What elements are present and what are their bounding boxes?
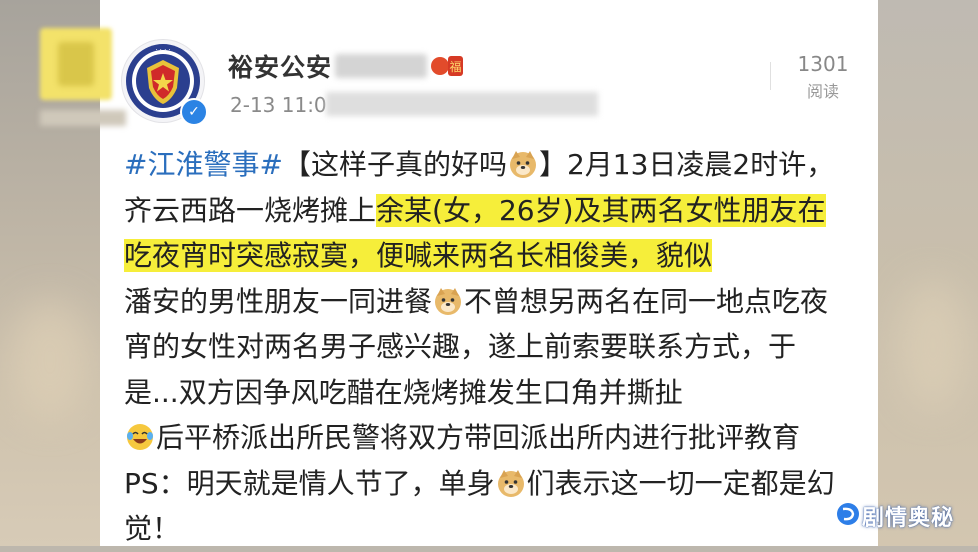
laugh-cry-emoji <box>127 424 153 450</box>
brand-watermark: 剧情奥秘 <box>862 506 955 531</box>
svg-text:福: 福 <box>449 59 461 74</box>
watermark-logo-inner <box>58 42 94 86</box>
read-count: 1301 <box>797 52 849 76</box>
author-name-redacted <box>335 54 427 78</box>
read-label: 阅读 <box>806 82 839 101</box>
verified-badge: ✓ <box>180 98 208 126</box>
post-timestamp: 2-13 11:0 <box>230 93 327 117</box>
topic-hashtag[interactable]: #江淮警事# <box>124 148 283 181</box>
post-body: #江淮警事#【这样子真的好吗 】2月13日凌晨2时许，齐云西路一烧烤摊上余某(女… <box>124 142 844 552</box>
doge-emoji <box>497 469 524 497</box>
fortune-medal-icon: 福 <box>431 56 463 76</box>
read-divider <box>770 62 771 90</box>
post-text-title: 【这样子真的好吗 <box>282 148 507 181</box>
doge-emoji <box>435 287 462 315</box>
right-background <box>878 0 978 546</box>
svg-text:· · · ·: · · · · <box>155 46 171 54</box>
post-text-part2: 潘安的男性朋友一同进餐 <box>124 284 433 318</box>
brand-logo-icon <box>837 503 859 525</box>
author-name[interactable]: 裕安公安 <box>228 48 332 84</box>
watermark-text <box>40 110 126 126</box>
timestamp-redacted <box>326 92 598 116</box>
doge-emoji <box>509 151 536 178</box>
